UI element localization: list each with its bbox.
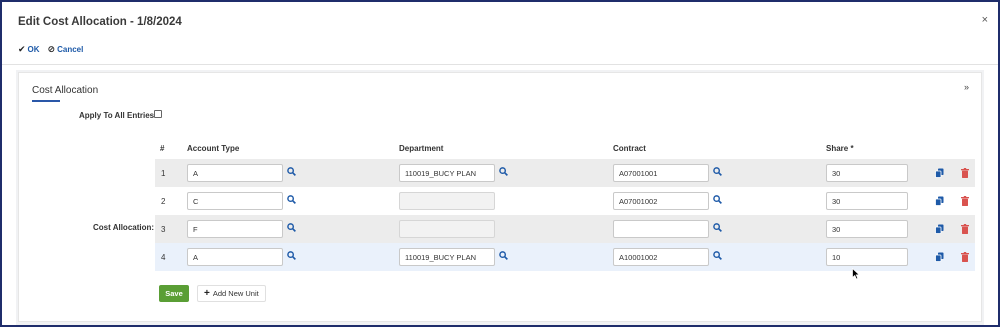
apply-all-label: Apply To All Entries:	[79, 111, 157, 120]
share-input[interactable]: 30	[826, 164, 908, 182]
copy-icon[interactable]	[935, 168, 944, 178]
ok-button[interactable]: ✔ OK	[18, 44, 40, 55]
section-underline	[32, 100, 60, 102]
close-icon[interactable]: ×	[982, 15, 988, 26]
table-row: 2 C A07001002 30	[155, 187, 975, 215]
cost-allocation-label: Cost Allocation:	[93, 223, 155, 232]
department-input	[399, 220, 495, 238]
copy-icon[interactable]	[935, 252, 944, 262]
search-icon[interactable]	[713, 195, 722, 204]
plus-icon: +	[204, 287, 210, 299]
copy-icon[interactable]	[935, 196, 944, 206]
contract-input[interactable]: A07001002	[613, 192, 709, 210]
trash-icon[interactable]	[961, 196, 969, 206]
contract-input[interactable]: A10001002	[613, 248, 709, 266]
row-number: 1	[161, 169, 166, 178]
add-new-unit-button[interactable]: + Add New Unit	[197, 285, 266, 302]
copy-icon[interactable]	[935, 224, 944, 234]
search-icon[interactable]	[713, 251, 722, 260]
department-input	[399, 192, 495, 210]
trash-icon[interactable]	[961, 224, 969, 234]
action-bar: ✔ OK ⊘ Cancel	[18, 44, 83, 55]
row-number: 2	[161, 197, 166, 206]
cancel-circle-icon: ⊘	[47, 44, 56, 54]
account-type-input[interactable]: A	[187, 164, 283, 182]
add-new-unit-label: Add New Unit	[212, 289, 259, 298]
header-divider	[2, 64, 998, 65]
search-icon[interactable]	[287, 167, 296, 176]
share-input[interactable]: 30	[826, 220, 908, 238]
account-type-input[interactable]: F	[187, 220, 283, 238]
header-contract: Contract	[613, 144, 646, 153]
collapse-icon[interactable]: »	[964, 82, 969, 92]
header-department: Department	[399, 144, 444, 153]
section-title: Cost Allocation	[32, 85, 99, 96]
search-icon[interactable]	[287, 195, 296, 204]
share-input[interactable]: 10	[826, 248, 908, 266]
contract-input[interactable]: A07001001	[613, 164, 709, 182]
table-row: 4 A 110019_BUCY PLAN A10001002 10	[155, 243, 975, 271]
search-icon[interactable]	[713, 223, 722, 232]
header-num: #	[160, 144, 165, 153]
save-button[interactable]: Save	[159, 285, 189, 302]
header-account-type: Account Type	[187, 144, 240, 153]
contract-input[interactable]	[613, 220, 709, 238]
account-type-input[interactable]: A	[187, 248, 283, 266]
ok-label: OK	[27, 45, 40, 54]
trash-icon[interactable]	[961, 168, 969, 178]
dialog-title: Edit Cost Allocation - 1/8/2024	[18, 16, 182, 28]
cost-allocation-panel: Cost Allocation » Apply To All Entries: …	[18, 72, 982, 322]
row-number: 3	[161, 225, 166, 234]
department-input[interactable]: 110019_BUCY PLAN	[399, 248, 495, 266]
trash-icon[interactable]	[961, 252, 969, 262]
search-icon[interactable]	[287, 223, 296, 232]
mouse-pointer-icon	[852, 268, 860, 280]
search-icon[interactable]	[499, 251, 508, 260]
search-icon[interactable]	[499, 167, 508, 176]
cancel-label: Cancel	[57, 45, 84, 54]
table-row: 3 F 30	[155, 215, 975, 243]
cancel-button[interactable]: ⊘ Cancel	[48, 44, 84, 55]
share-input[interactable]: 30	[826, 192, 908, 210]
search-icon[interactable]	[287, 251, 296, 260]
header-share: Share *	[826, 144, 854, 153]
search-icon[interactable]	[713, 167, 722, 176]
checkmark-icon: ✔	[18, 44, 26, 54]
account-type-input[interactable]: C	[187, 192, 283, 210]
row-number: 4	[161, 253, 166, 262]
apply-all-checkbox[interactable]	[154, 110, 162, 118]
department-input[interactable]: 110019_BUCY PLAN	[399, 164, 495, 182]
table-row: 1 A 110019_BUCY PLAN A07001001 30	[155, 159, 975, 187]
